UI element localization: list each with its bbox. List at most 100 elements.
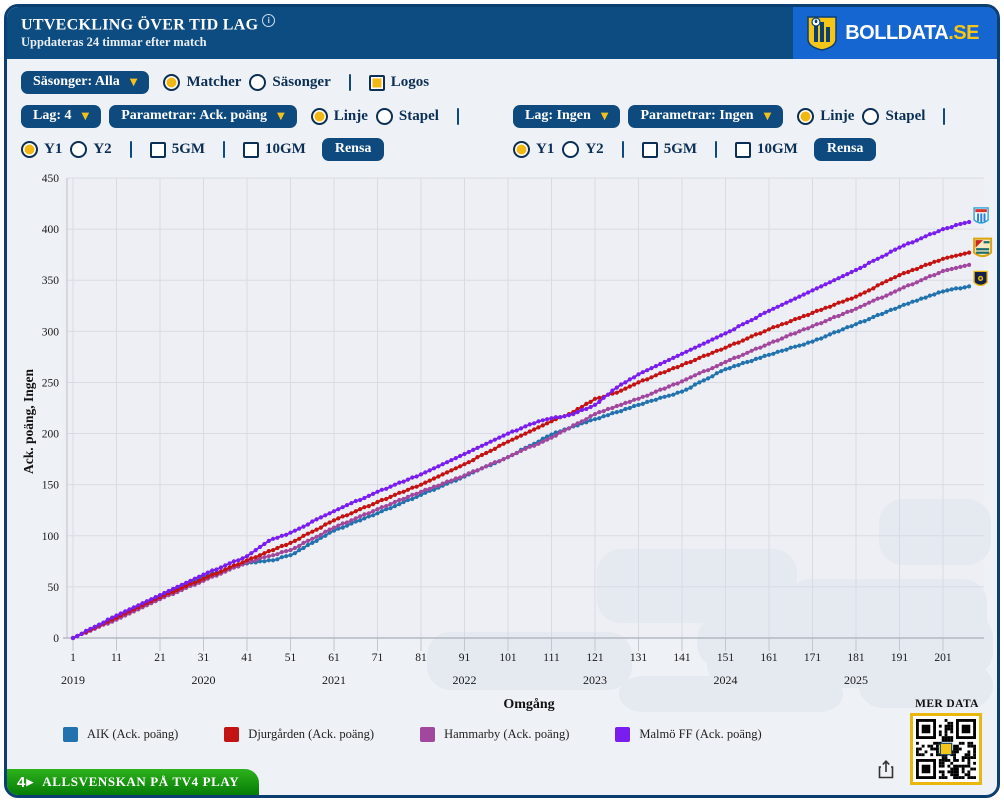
radio-linje-2[interactable]: Linje bbox=[797, 108, 854, 125]
bolldata-card: UTVECKLING ÖVER TID LAG i Uppdateras 24 t… bbox=[4, 4, 1000, 798]
bolldata-shield-icon bbox=[807, 16, 837, 51]
chart-legend: AIK (Ack. poäng) Djurgården (Ack. poäng)… bbox=[7, 724, 997, 744]
radio-stapel-2-label: Stapel bbox=[885, 108, 926, 124]
play-icon: ▶ bbox=[26, 776, 34, 787]
param-dropdown-1-label: Parametrar: Ack. poäng bbox=[121, 108, 268, 123]
bolldata-logo[interactable]: BOLLDATA.SE bbox=[793, 7, 997, 59]
malmo-swatch-icon bbox=[615, 726, 631, 742]
seasons-dropdown[interactable]: Säsonger: Alla ▼ bbox=[21, 71, 150, 94]
param-dropdown-2[interactable]: Parametrar: Ingen ▼ bbox=[628, 105, 784, 128]
svg-text:2024: 2024 bbox=[714, 673, 738, 687]
checkbox-5gm-2[interactable]: 5GM bbox=[641, 141, 697, 158]
legend-item-malmo: Malmö FF (Ack. poäng) bbox=[615, 726, 762, 742]
svg-text:300: 300 bbox=[42, 326, 60, 338]
svg-text:2021: 2021 bbox=[322, 673, 346, 687]
filter-groups: Lag: 4 ▼ Parametrar: Ack. poäng ▼ Linje St… bbox=[21, 104, 985, 162]
divider bbox=[223, 141, 226, 158]
radio-stapel-1[interactable]: Stapel bbox=[375, 108, 439, 125]
svg-text:21: 21 bbox=[154, 652, 166, 664]
radio-y1-2[interactable]: Y1 bbox=[513, 141, 554, 158]
radio-sasonger[interactable]: Säsonger bbox=[249, 74, 331, 91]
y-axis-title: Ack. poäng, Ingen bbox=[21, 368, 36, 474]
chart-area: Ack. poäng, Ingen 0 50 100 150 200 250 300 350 4… bbox=[7, 164, 997, 712]
svg-text:111: 111 bbox=[543, 652, 560, 664]
svg-text:2022: 2022 bbox=[453, 673, 477, 687]
lag-dropdown-2[interactable]: Lag: Ingen ▼ bbox=[513, 105, 621, 128]
share-icon[interactable] bbox=[877, 759, 895, 779]
controls: Säsonger: Alla ▼ Matcher Säsonger Logos L… bbox=[7, 59, 997, 164]
divider bbox=[943, 108, 946, 125]
chevron-down-icon: ▼ bbox=[600, 110, 609, 122]
brand-name-text: BOLLDATA bbox=[845, 21, 949, 44]
legend-item-aik: AIK (Ack. poäng) bbox=[63, 726, 179, 742]
radio-stapel-1-label: Stapel bbox=[398, 108, 439, 124]
chevron-down-icon: ▼ bbox=[277, 110, 285, 122]
svg-text:161: 161 bbox=[760, 652, 778, 664]
aik-swatch-icon bbox=[63, 726, 78, 742]
legend-label: AIK (Ack. poäng) bbox=[87, 726, 179, 741]
header: UTVECKLING ÖVER TID LAG i Uppdateras 24 t… bbox=[7, 7, 997, 59]
tv4-play-banner[interactable]: 4 ▶ ALLSVENSKAN PÅ TV4 PLAY bbox=[7, 769, 260, 795]
param-dropdown-2-label: Parametrar: Ingen bbox=[640, 108, 754, 123]
checkbox-10gm-2-icon bbox=[735, 141, 752, 158]
checkbox-logos-icon bbox=[368, 74, 385, 91]
radio-y1-2-label: Y1 bbox=[536, 141, 555, 157]
radio-y2-2[interactable]: Y2 bbox=[562, 141, 604, 158]
filter-row-top: Säsonger: Alla ▼ Matcher Säsonger Logos bbox=[21, 70, 985, 95]
param-dropdown-1[interactable]: Parametrar: Ack. poäng ▼ bbox=[109, 105, 297, 128]
checkbox-logos[interactable]: Logos bbox=[368, 74, 429, 91]
svg-text:2019: 2019 bbox=[61, 673, 85, 687]
info-icon[interactable]: i bbox=[262, 14, 276, 27]
svg-text:191: 191 bbox=[891, 652, 909, 664]
svg-text:81: 81 bbox=[415, 652, 427, 664]
legend-item-djurgarden: Djurgården (Ack. poäng) bbox=[224, 726, 375, 742]
svg-text:11: 11 bbox=[111, 652, 122, 664]
svg-text:171: 171 bbox=[804, 652, 822, 664]
svg-text:141: 141 bbox=[673, 652, 691, 664]
checkbox-10gm-2[interactable]: 10GM bbox=[735, 141, 798, 158]
tv4-banner-label: ALLSVENSKAN PÅ TV4 PLAY bbox=[42, 774, 240, 789]
radio-y1-1[interactable]: Y1 bbox=[21, 141, 62, 158]
radio-stapel-2[interactable]: Stapel bbox=[862, 108, 925, 125]
svg-text:200: 200 bbox=[42, 429, 60, 441]
legend-label: Djurgården (Ack. poäng) bbox=[248, 726, 375, 741]
checkbox-5gm-1[interactable]: 5GM bbox=[149, 141, 205, 158]
svg-text:2023: 2023 bbox=[583, 673, 607, 687]
checkbox-10gm-1-icon bbox=[243, 141, 260, 158]
seasons-dropdown-label: Säsonger: Alla bbox=[33, 74, 120, 89]
header-text: UTVECKLING ÖVER TID LAG i Uppdateras 24 t… bbox=[7, 7, 276, 59]
radio-matcher[interactable]: Matcher bbox=[163, 74, 241, 91]
djurgarden-swatch-icon bbox=[224, 726, 240, 742]
svg-text:181: 181 bbox=[847, 652, 865, 664]
lag-dropdown-2-label: Lag: Ingen bbox=[525, 108, 591, 123]
svg-text:150: 150 bbox=[42, 480, 60, 492]
svg-text:350: 350 bbox=[42, 275, 60, 287]
svg-text:121: 121 bbox=[586, 652, 604, 664]
divider bbox=[129, 141, 132, 158]
radio-linje-1[interactable]: Linje bbox=[310, 108, 368, 125]
radio-y2-1-icon bbox=[70, 141, 88, 158]
hammarby-swatch-icon bbox=[420, 726, 436, 742]
qr-code-image bbox=[916, 719, 976, 779]
svg-text:131: 131 bbox=[630, 652, 648, 664]
lag-dropdown-1[interactable]: Lag: 4 ▼ bbox=[21, 105, 102, 128]
page-title-text: UTVECKLING ÖVER TID LAG bbox=[21, 16, 259, 34]
line-chart: 0501001502002503003504004501 11 21 31 41 51 61… bbox=[42, 173, 993, 712]
brand-tld-text: .SE bbox=[948, 21, 979, 44]
radio-sasonger-icon bbox=[249, 74, 267, 91]
radio-linje-2-label: Linje bbox=[820, 108, 855, 124]
radio-sasonger-label: Säsonger bbox=[272, 74, 331, 90]
rensa-button-1[interactable]: Rensa bbox=[321, 138, 385, 161]
checkbox-10gm-1[interactable]: 10GM bbox=[243, 141, 306, 158]
svg-text:2025: 2025 bbox=[844, 673, 868, 687]
chevron-down-icon: ▼ bbox=[763, 110, 772, 122]
chevron-down-icon: ▼ bbox=[81, 110, 90, 122]
legend-label: Hammarby (Ack. poäng) bbox=[444, 726, 570, 741]
radio-stapel-2-icon bbox=[862, 108, 880, 125]
svg-text:61: 61 bbox=[328, 652, 340, 664]
rensa-button-2[interactable]: Rensa bbox=[813, 138, 877, 161]
divider bbox=[621, 141, 624, 158]
radio-y2-1[interactable]: Y2 bbox=[70, 141, 112, 158]
radio-y1-1-icon bbox=[21, 141, 38, 158]
svg-text:201: 201 bbox=[934, 652, 952, 664]
